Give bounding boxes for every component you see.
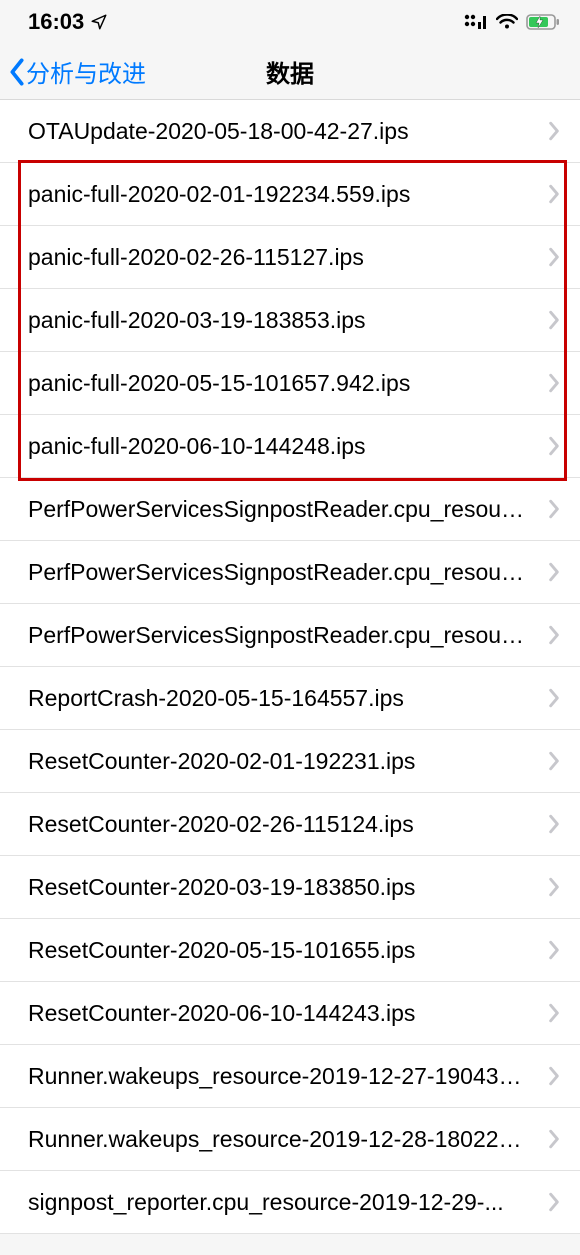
wifi-icon [496, 14, 518, 30]
list-item[interactable]: ResetCounter-2020-02-26-115124.ips [0, 793, 580, 856]
list-item-label: ResetCounter-2020-02-26-115124.ips [28, 811, 548, 838]
list-item[interactable]: PerfPowerServicesSignpostReader.cpu_reso… [0, 541, 580, 604]
chevron-right-icon [548, 310, 560, 330]
chevron-right-icon [548, 373, 560, 393]
chevron-right-icon [548, 121, 560, 141]
data-file-list[interactable]: OTAUpdate-2020-05-18-00-42-27.ips panic-f… [0, 100, 580, 1234]
chevron-right-icon [548, 184, 560, 204]
list-item-label: signpost_reporter.cpu_resource-2019-12-2… [28, 1189, 548, 1216]
list-item[interactable]: panic-full-2020-05-15-101657.942.ips [0, 352, 580, 415]
back-button[interactable]: 分析与改进 [8, 54, 146, 89]
list-item-label: panic-full-2020-02-01-192234.559.ips [28, 181, 548, 208]
chevron-right-icon [548, 1129, 560, 1149]
list-item[interactable]: signpost_reporter.cpu_resource-2019-12-2… [0, 1171, 580, 1234]
list-item-label: panic-full-2020-06-10-144248.ips [28, 433, 548, 460]
status-right [464, 14, 560, 30]
navigation-bar: 分析与改进 数据 [0, 44, 580, 100]
list-item-label: PerfPowerServicesSignpostReader.cpu_reso… [28, 496, 548, 523]
status-bar: 16:03 [0, 0, 580, 44]
battery-charging-icon [526, 14, 560, 30]
list-item-label: ResetCounter-2020-02-01-192231.ips [28, 748, 548, 775]
list-item-label: PerfPowerServicesSignpostReader.cpu_reso… [28, 622, 548, 649]
chevron-right-icon [548, 1192, 560, 1212]
list-item[interactable]: ResetCounter-2020-05-15-101655.ips [0, 919, 580, 982]
chevron-right-icon [548, 688, 560, 708]
status-time: 16:03 [28, 9, 84, 35]
chevron-right-icon [548, 751, 560, 771]
list-item-label: ResetCounter-2020-05-15-101655.ips [28, 937, 548, 964]
list-item[interactable]: Runner.wakeups_resource-2019-12-28-18022… [0, 1108, 580, 1171]
chevron-right-icon [548, 562, 560, 582]
cellular-signal-icon [464, 14, 488, 30]
chevron-right-icon [548, 499, 560, 519]
location-icon [90, 13, 108, 31]
list-item-label: OTAUpdate-2020-05-18-00-42-27.ips [28, 118, 548, 145]
chevron-right-icon [548, 814, 560, 834]
list-item[interactable]: ResetCounter-2020-03-19-183850.ips [0, 856, 580, 919]
list-item-label: PerfPowerServicesSignpostReader.cpu_reso… [28, 559, 548, 586]
page-title: 数据 [266, 54, 314, 89]
list-item[interactable]: OTAUpdate-2020-05-18-00-42-27.ips [0, 100, 580, 163]
list-item[interactable]: panic-full-2020-02-26-115127.ips [0, 226, 580, 289]
list-item[interactable]: Runner.wakeups_resource-2019-12-27-19043… [0, 1045, 580, 1108]
list-item-label: panic-full-2020-02-26-115127.ips [28, 244, 548, 271]
list-item[interactable]: ReportCrash-2020-05-15-164557.ips [0, 667, 580, 730]
chevron-right-icon [548, 877, 560, 897]
chevron-right-icon [548, 625, 560, 645]
list-item[interactable]: PerfPowerServicesSignpostReader.cpu_reso… [0, 478, 580, 541]
back-label: 分析与改进 [26, 54, 146, 89]
list-item-label: panic-full-2020-05-15-101657.942.ips [28, 370, 548, 397]
chevron-right-icon [548, 247, 560, 267]
chevron-right-icon [548, 940, 560, 960]
list-item-label: Runner.wakeups_resource-2019-12-28-18022… [28, 1126, 548, 1153]
status-left: 16:03 [28, 9, 108, 35]
list-item[interactable]: ResetCounter-2020-06-10-144243.ips [0, 982, 580, 1045]
list-item-label: ResetCounter-2020-03-19-183850.ips [28, 874, 548, 901]
chevron-right-icon [548, 436, 560, 456]
chevron-right-icon [548, 1066, 560, 1086]
chevron-right-icon [548, 1003, 560, 1023]
list-item-label: Runner.wakeups_resource-2019-12-27-19043… [28, 1063, 548, 1090]
list-item[interactable]: PerfPowerServicesSignpostReader.cpu_reso… [0, 604, 580, 667]
list-item-label: ResetCounter-2020-06-10-144243.ips [28, 1000, 548, 1027]
chevron-left-icon [8, 58, 26, 86]
list-item[interactable]: ResetCounter-2020-02-01-192231.ips [0, 730, 580, 793]
list-item[interactable]: panic-full-2020-03-19-183853.ips [0, 289, 580, 352]
list-item-label: panic-full-2020-03-19-183853.ips [28, 307, 548, 334]
list-item[interactable]: panic-full-2020-02-01-192234.559.ips [0, 163, 580, 226]
list-item[interactable]: panic-full-2020-06-10-144248.ips [0, 415, 580, 478]
list-item-label: ReportCrash-2020-05-15-164557.ips [28, 685, 548, 712]
